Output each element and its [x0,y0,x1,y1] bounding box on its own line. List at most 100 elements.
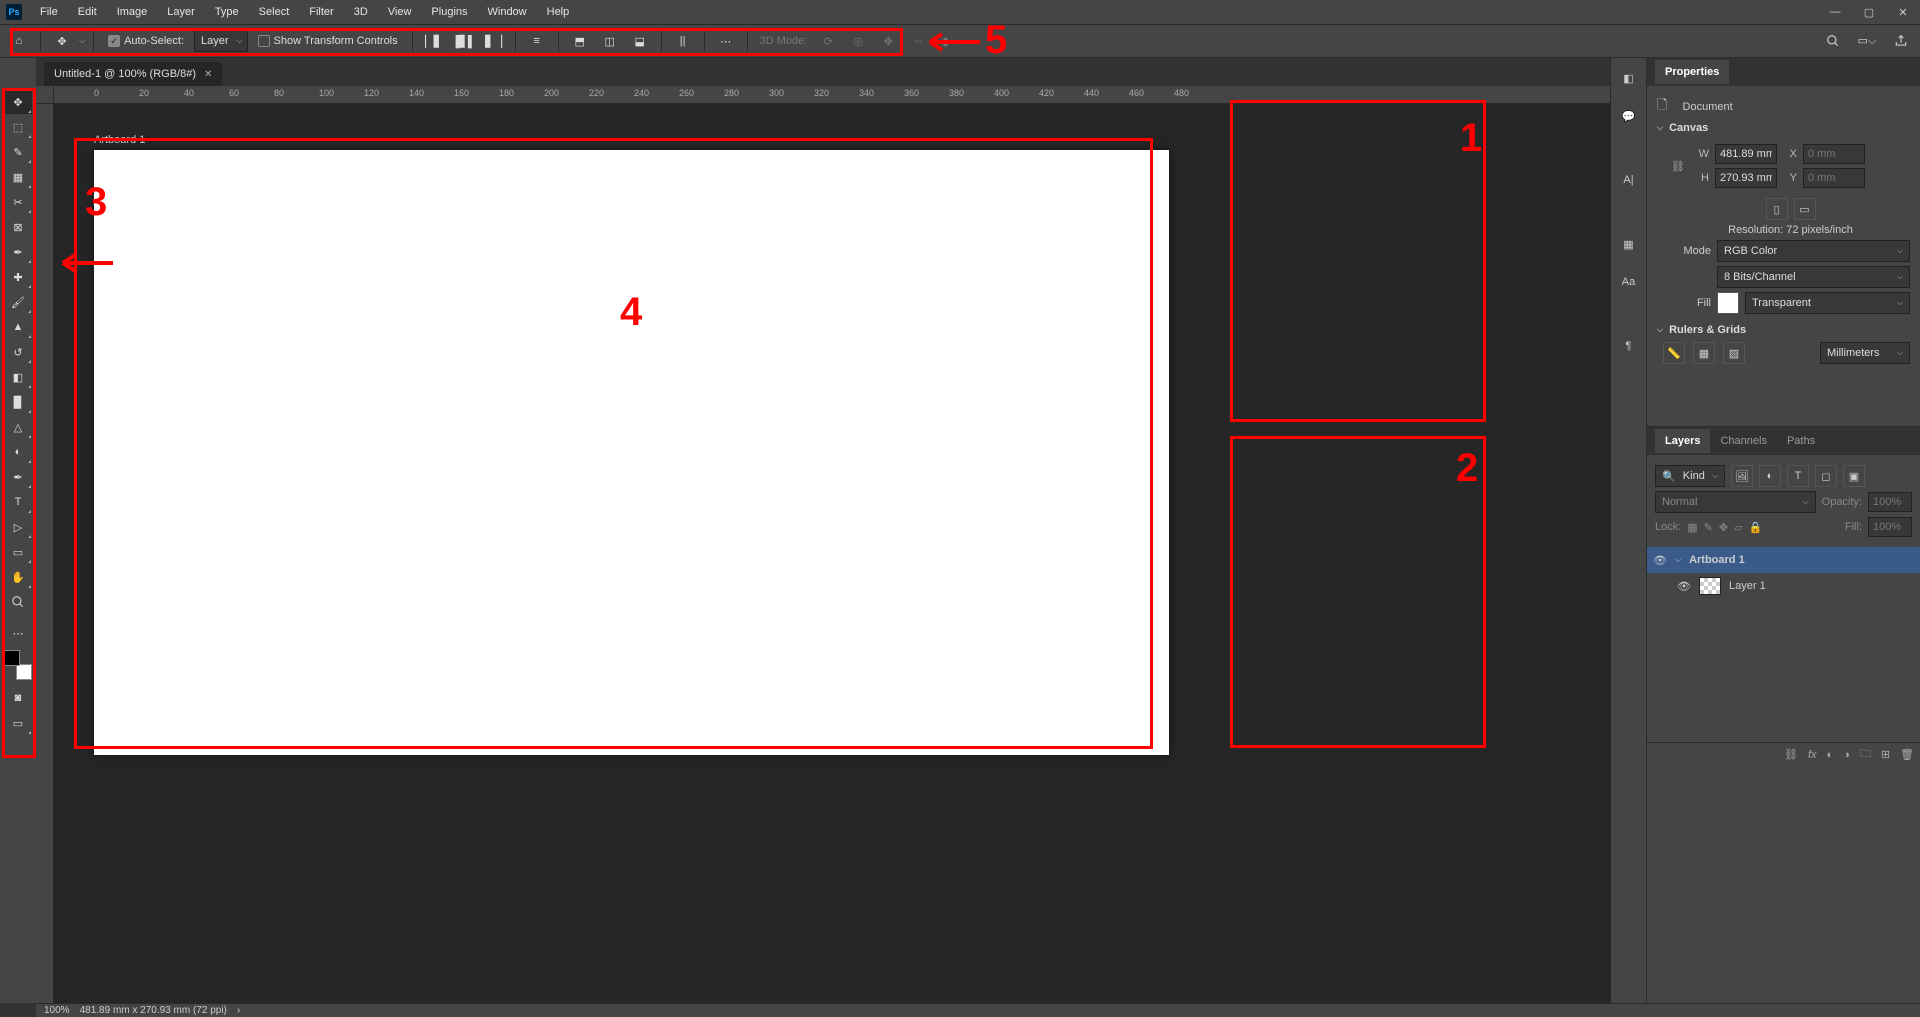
blur-tool[interactable]: △ [4,415,32,439]
history-brush-tool[interactable]: ↺ [4,340,32,364]
color-swatches[interactable] [4,650,32,680]
zoom-tool[interactable] [4,590,32,614]
menu-layer[interactable]: Layer [157,2,205,22]
blend-mode-select[interactable]: Normal [1655,491,1816,513]
distribute-v-icon[interactable]: || [670,28,696,54]
auto-select-checkbox[interactable]: ✓ Auto-Select: [108,35,184,47]
layer-name[interactable]: Artboard 1 [1689,554,1745,566]
paragraph-panel-icon[interactable]: ¶ [1617,334,1641,358]
horizontal-ruler[interactable]: 0204060801001201401601802002202402602803… [54,86,1610,104]
visibility-toggle[interactable]: 👁 [1653,554,1667,567]
lock-paint-icon[interactable]: ✎ [1704,521,1713,534]
filter-adjustment-icon[interactable]: ◐ [1759,465,1781,487]
guides-toggle-icon[interactable]: ▨ [1723,342,1745,364]
width-input[interactable] [1715,144,1777,164]
expand-toggle[interactable]: ⌵ [1675,555,1681,565]
fill-color-swatch[interactable] [1717,292,1739,314]
delete-layer-icon[interactable]: 🗑 [1900,748,1914,761]
gradient-tool[interactable]: ▉ [4,390,32,414]
lock-trans-icon[interactable]: ▦ [1687,521,1697,534]
filter-pixel-icon[interactable]: 🖼 [1731,465,1753,487]
frame-tool[interactable]: ⊠ [4,215,32,239]
comments-panel-icon[interactable]: 💬 [1617,104,1641,128]
lock-artboard-icon[interactable]: ▱ [1734,521,1742,534]
menu-3d[interactable]: 3D [344,2,378,22]
zoom-level[interactable]: 100% [44,1005,70,1016]
edit-toolbar[interactable]: ⋯ [4,621,32,645]
fx-icon[interactable]: fx [1808,749,1817,761]
brush-tool[interactable]: 🖌 [4,290,32,314]
close-button[interactable]: ✕ [1886,1,1920,23]
share-icon[interactable] [1888,28,1914,54]
ruler-origin[interactable] [36,86,54,104]
artboard-canvas[interactable] [94,150,1169,755]
dodge-tool[interactable]: ◐ [4,440,32,464]
healing-tool[interactable]: ✚ [4,265,32,289]
menu-view[interactable]: View [378,2,422,22]
eraser-tool[interactable]: ◧ [4,365,32,389]
align-center-h-icon[interactable]: ▐▋▌ [451,28,477,54]
object-select-tool[interactable]: ▦ [4,165,32,189]
properties-tab[interactable]: Properties [1655,60,1729,84]
minimize-button[interactable]: — [1818,1,1852,23]
hand-tool[interactable]: ✋ [4,565,32,589]
character-panel-icon[interactable]: A| [1617,168,1641,192]
height-input[interactable] [1715,168,1777,188]
document-tab[interactable]: Untitled-1 @ 100% (RGB/8#) ✕ [44,62,222,86]
pen-tool[interactable]: ✒ [4,465,32,489]
menu-plugins[interactable]: Plugins [421,2,477,22]
visibility-toggle[interactable]: 👁 [1677,580,1691,593]
swatches-panel-icon[interactable]: ▦ [1617,232,1641,256]
auto-select-dropdown[interactable]: Layer [194,30,248,52]
eyedropper-tool[interactable]: ✒ [4,240,32,264]
mask-icon[interactable]: ◐ [1827,749,1834,761]
clone-stamp-tool[interactable]: ▲ [4,315,32,339]
artboard-label[interactable]: Artboard 1 [94,134,145,146]
move-tool[interactable]: ✥ [4,90,32,114]
menu-window[interactable]: Window [478,2,537,22]
canvas-section-toggle[interactable]: ⌵Canvas [1657,122,1910,134]
canvas-viewport[interactable]: Artboard 1 [54,104,1610,1003]
search-icon[interactable] [1820,28,1846,54]
lasso-tool[interactable]: ✎ [4,140,32,164]
more-options-icon[interactable]: ⋯ [713,28,739,54]
units-select[interactable]: Millimeters [1820,342,1910,364]
menu-edit[interactable]: Edit [68,2,107,22]
lock-pos-icon[interactable]: ✥ [1719,521,1728,534]
align-center-v-icon[interactable]: ◫ [597,28,623,54]
close-tab-icon[interactable]: ✕ [204,69,212,80]
landscape-orientation-icon[interactable]: ▭ [1794,198,1816,220]
align-bottom-icon[interactable]: ⬓ [627,28,653,54]
menu-select[interactable]: Select [249,2,300,22]
portrait-orientation-icon[interactable]: ▯ [1766,198,1788,220]
layer-fill-input[interactable] [1868,517,1912,537]
quick-mask-tool[interactable]: ◙ [4,686,32,710]
ruler-toggle-icon[interactable]: 📏 [1663,342,1685,364]
menu-image[interactable]: Image [107,2,158,22]
screen-mode-icon[interactable]: ▭⌵ [1854,28,1880,54]
maximize-button[interactable]: ▢ [1852,1,1886,23]
layer-thumbnail[interactable] [1699,577,1721,595]
bit-depth-select[interactable]: 8 Bits/Channel [1717,266,1910,288]
color-panel-icon[interactable]: ◧ [1617,66,1641,90]
link-dimensions-icon[interactable]: ⛓ [1671,160,1685,173]
lock-all-icon[interactable]: 🔒 [1749,521,1763,534]
opacity-input[interactable] [1868,492,1912,512]
adjustment-icon[interactable]: ◑ [1843,749,1850,761]
screen-mode-tool[interactable]: ▭ [4,711,32,735]
crop-tool[interactable]: ✂ [4,190,32,214]
show-transform-checkbox[interactable]: Show Transform Controls [258,35,398,47]
menu-filter[interactable]: Filter [299,2,343,22]
home-button[interactable]: ⌂ [6,28,32,54]
distribute-h-icon[interactable]: ≡ [524,28,550,54]
filter-type-icon[interactable]: T [1787,465,1809,487]
rulers-section-toggle[interactable]: ⌵Rulers & Grids [1657,324,1910,336]
doc-info-chevron[interactable]: › [237,1005,240,1016]
vertical-ruler[interactable] [36,104,54,1003]
new-layer-icon[interactable]: ⊞ [1881,748,1890,761]
foreground-color-swatch[interactable] [4,650,20,666]
path-select-tool[interactable]: ▷ [4,515,32,539]
menu-type[interactable]: Type [205,2,249,22]
background-color-swatch[interactable] [16,664,32,680]
grid-toggle-icon[interactable]: ▦ [1693,342,1715,364]
